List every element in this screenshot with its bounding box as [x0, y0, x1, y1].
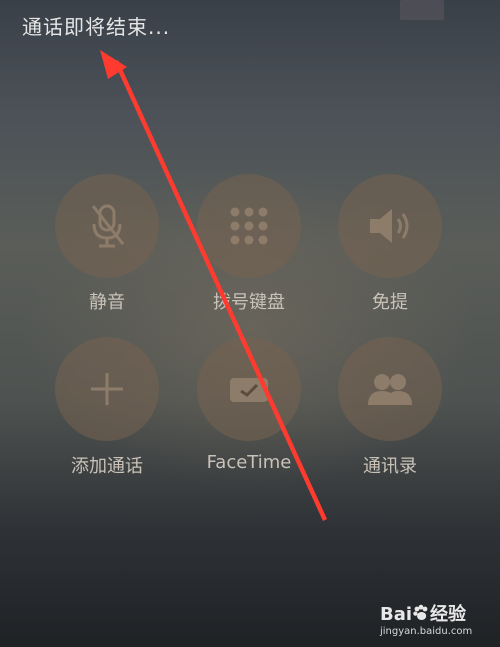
call-screen: 通话即将结束... 静音 拨号键盘 免提 添加通话 FaceTime 通讯录 B… — [0, 0, 500, 647]
watermark-brand: Bai 经验 — [380, 600, 476, 626]
paw-icon — [412, 604, 430, 625]
red-annotation-arrow — [100, 50, 327, 521]
watermark-url: jingyan.baidu.com — [380, 626, 473, 637]
watermark-brand-text: Bai — [380, 604, 413, 625]
baidu-jingyan-watermark: Bai 经验 jingyan.baidu.com — [380, 600, 476, 637]
watermark-brand-cn: 经验 — [430, 604, 467, 625]
